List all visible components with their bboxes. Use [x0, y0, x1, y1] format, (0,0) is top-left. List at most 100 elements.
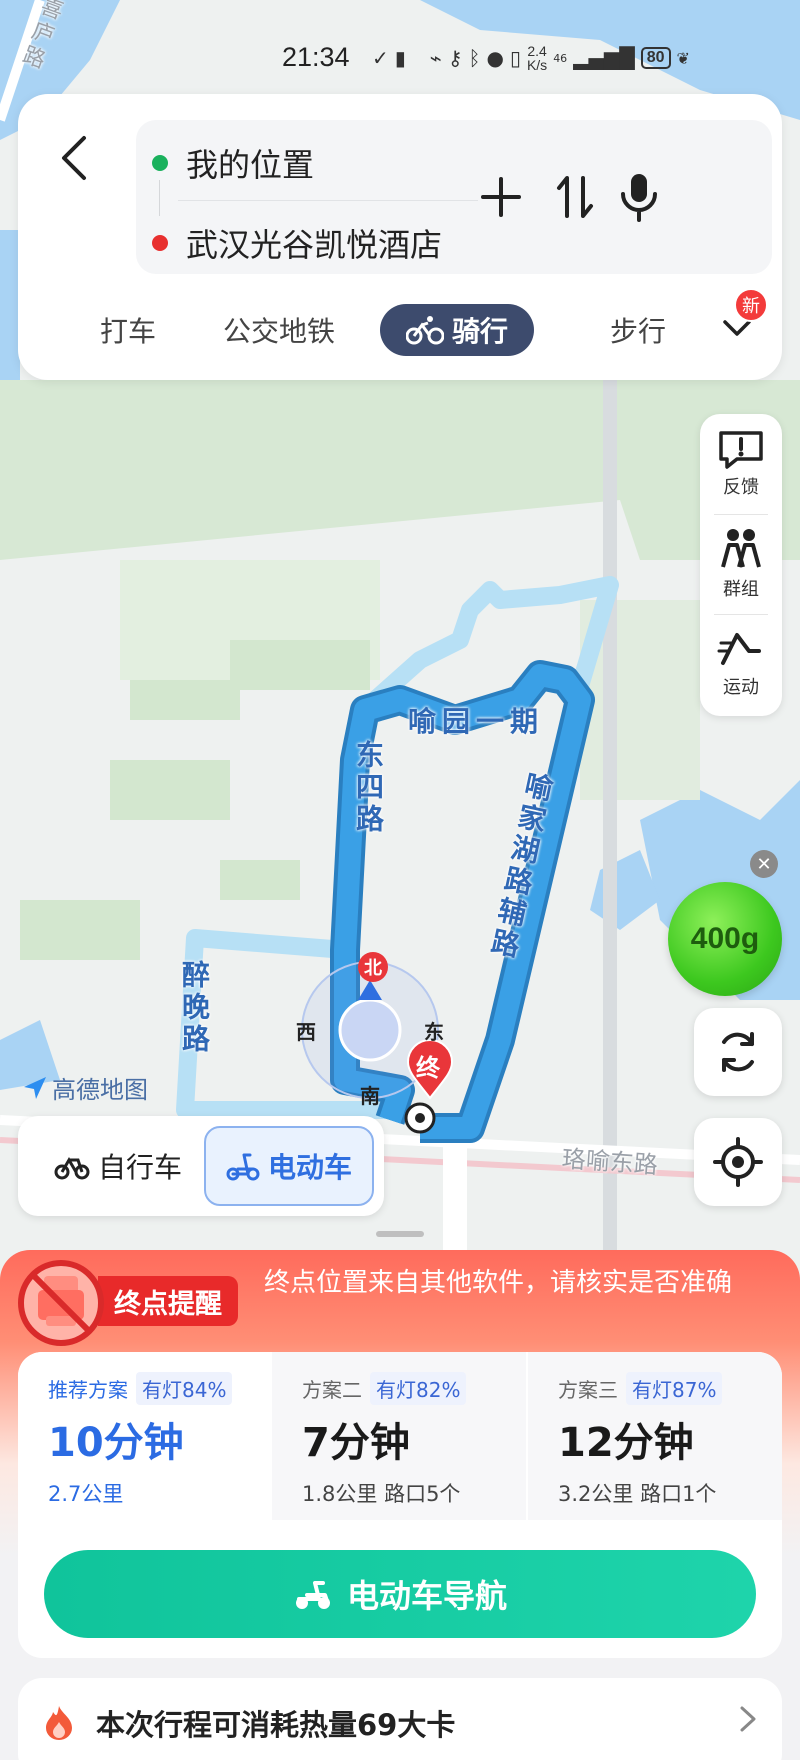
add-waypoint-button[interactable] [474, 170, 528, 224]
signal-type: 46 [553, 51, 568, 65]
energy-value: 400g [690, 922, 760, 955]
road-label-zuiwan: 醉晚路 [178, 960, 211, 1056]
feedback-icon [719, 431, 763, 469]
plan-lights: 有灯87% [626, 1372, 723, 1405]
feedback-button[interactable]: 反馈 [700, 414, 782, 514]
back-arrow-icon [62, 136, 86, 180]
status-time: 21:34 [282, 42, 350, 72]
bicycle-icon [405, 316, 444, 345]
route-connector [159, 180, 160, 216]
tab-transit[interactable]: 公交地铁 [204, 304, 354, 356]
start-dot-icon [152, 155, 168, 171]
bicycle-option-label: 自行车 [97, 1151, 182, 1184]
plan-name: 推荐方案 [48, 1378, 128, 1402]
destination-warning-icon [18, 1260, 104, 1346]
battery-saver-icon: ▮ [394, 46, 406, 70]
refresh-icon [722, 1032, 754, 1072]
road-label-yuyuan: 喻园一期 [408, 705, 545, 738]
end-dot-icon [152, 235, 168, 251]
energy-close-button[interactable]: ✕ [750, 850, 778, 878]
close-icon: ✕ [756, 853, 772, 875]
end-location-text: 武汉光谷凯悦酒店 [186, 226, 443, 264]
tab-cycling-label: 骑行 [451, 315, 508, 348]
plan-lights: 有灯84% [136, 1372, 233, 1405]
amap-logo: 高德地图 [22, 1070, 148, 1105]
bicycle-icon [54, 1157, 90, 1180]
plus-icon [481, 177, 521, 217]
scooter-icon [295, 1581, 330, 1609]
tab-taxi-label: 打车 [99, 315, 156, 348]
plan-duration: 7分钟 [302, 1420, 410, 1466]
microphone-icon [621, 174, 657, 222]
ebike-option[interactable]: 电动车 [204, 1126, 374, 1206]
tab-walking[interactable]: 步行 [588, 304, 688, 356]
amap-logo-text: 高德地图 [52, 1076, 148, 1104]
calorie-card[interactable]: 本次行程可消耗热量69大卡 [18, 1678, 782, 1760]
chevron-right-icon [740, 1706, 756, 1732]
end-location-field[interactable]: 武汉光谷凯悦酒店 [152, 220, 442, 266]
swap-route-button[interactable] [548, 170, 602, 224]
plan-duration: 10分钟 [48, 1420, 184, 1466]
plan-distance: 2.7公里 [48, 1482, 124, 1506]
route-divider [178, 200, 478, 201]
signal-icon: ▂▄▆█ [573, 46, 635, 70]
tab-walking-label: 步行 [609, 315, 666, 348]
flame-icon [46, 1706, 72, 1740]
status-icons: ✓ ▮ ⌁ ⚷ ᛒ ● ▯ 2.4 K/s 46 ▂▄▆█ 80 ❦ [372, 44, 690, 72]
battery-level: 80 [640, 47, 671, 69]
feedback-label: 反馈 [723, 477, 759, 498]
amap-arrow-icon [24, 1076, 46, 1099]
plan-lights: 有灯82% [370, 1372, 467, 1405]
plan-option[interactable]: 推荐方案 有灯84% 10分钟 2.7公里 [18, 1352, 272, 1520]
map-tools-panel: 反馈 群组 运动 [700, 414, 782, 716]
group-icon [721, 529, 761, 568]
group-button[interactable]: 群组 [700, 514, 782, 614]
travel-mode-tabs: 打车 公交地铁 骑行 步行 新 [18, 284, 782, 364]
plan-name: 方案二 [302, 1378, 362, 1402]
end-marker[interactable]: 终 [406, 1039, 454, 1100]
route-input-box: 我的位置 武汉光谷凯悦酒店 [136, 120, 772, 274]
cast-icon: ⌁ [429, 46, 442, 70]
bicycle-option[interactable]: 自行车 [28, 1126, 208, 1206]
back-button[interactable] [48, 128, 98, 188]
swap-icon [557, 176, 593, 218]
plans-card: 推荐方案 有灯84% 10分钟 2.7公里 方案二 有灯82% 7分钟 1.8公… [18, 1352, 782, 1658]
bluetooth-icon: ᛒ [468, 46, 481, 70]
plan-name: 方案三 [558, 1378, 618, 1402]
sheet-drag-handle[interactable] [376, 1231, 424, 1237]
sport-icon [717, 633, 761, 665]
road-label-luoyu: 珞喻东路 [560, 1144, 659, 1180]
plan-header: 推荐方案 有灯84% [48, 1372, 233, 1405]
compass-west: 西 [296, 1020, 316, 1044]
ebike-option-label: 电动车 [267, 1151, 352, 1184]
tab-taxi[interactable]: 打车 [78, 304, 178, 356]
plan-option[interactable]: 方案三 有灯87% 12分钟 3.2公里 路口1个 [528, 1352, 782, 1520]
plan-distance: 3.2公里 路口1个 [558, 1482, 717, 1506]
new-badge: 新 [734, 288, 768, 322]
vehicle-type-switch: 自行车 电动车 [18, 1116, 384, 1216]
locate-me-button[interactable] [694, 1118, 782, 1206]
refresh-route-button[interactable] [694, 1008, 782, 1096]
voice-input-button[interactable] [612, 170, 666, 224]
compass-south: 南 [360, 1084, 380, 1108]
start-location-field[interactable]: 我的位置 [152, 140, 314, 186]
group-label: 群组 [723, 579, 759, 600]
plan-option[interactable]: 方案二 有灯82% 7分钟 1.8公里 路口5个 [272, 1352, 526, 1520]
crosshair-icon [713, 1137, 763, 1187]
start-location-text: 我的位置 [186, 146, 315, 184]
route-search-card: 我的位置 武汉光谷凯悦酒店 打车 公交地铁 骑行 步行 新 [18, 94, 782, 380]
road-label-dongsi: 东四路 [352, 740, 385, 836]
plan-header: 方案二 有灯82% [302, 1372, 467, 1405]
sport-label: 运动 [723, 677, 759, 698]
tab-cycling[interactable]: 骑行 [380, 304, 534, 356]
energy-ball[interactable]: 400g [668, 882, 782, 996]
sport-button[interactable]: 运动 [700, 614, 782, 714]
start-navigation-button[interactable]: 电动车导航 [44, 1550, 756, 1638]
compass-east: 东 [424, 1020, 444, 1044]
start-navigation-label: 电动车导航 [346, 1577, 507, 1615]
plan-distance: 1.8公里 路口5个 [302, 1482, 461, 1506]
check-icon: ✓ [372, 46, 389, 70]
net-speed-unit: K/s [526, 57, 548, 73]
compass-north: 北 [358, 952, 388, 982]
scooter-icon [226, 1153, 260, 1181]
